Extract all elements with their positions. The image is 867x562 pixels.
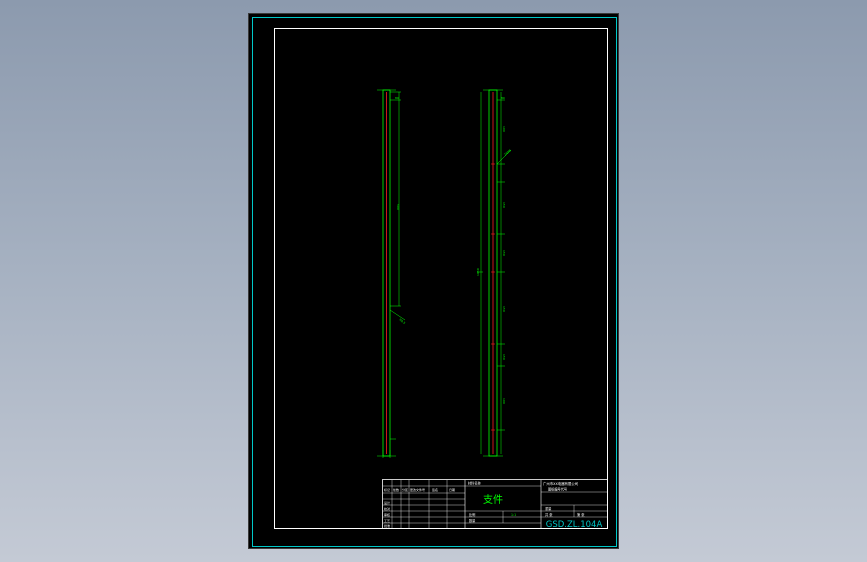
row-label-1: 校对 [384, 506, 390, 511]
part-name: 支件 [483, 494, 503, 506]
scale-label: 比例 [469, 512, 475, 517]
drawing-sheet: 80 500 R0.5 80 2XM6 100 150 150 1050 150… [248, 13, 619, 549]
right-dim-top: 80 [501, 96, 505, 100]
mark-label-1: 处数 [393, 487, 399, 492]
right-dim-label-0: 100 [502, 126, 506, 132]
sheet-label-2: 第 张 [577, 512, 585, 517]
sheet-label: 共 张 [545, 512, 553, 517]
right-dim-label-3: 1050 [476, 268, 480, 276]
mark-label-0: 标记 [384, 487, 390, 492]
left-dim-top: 80 [395, 96, 399, 100]
mark-label-4: 签名 [432, 487, 438, 492]
left-dim-mid: 500 [396, 204, 400, 210]
title-block: 标记 处数 分区 更改文件号 签名 日期 设计 校对 审核 工艺 批准 材料名称… [382, 479, 608, 530]
row-label-0: 设计 [384, 500, 390, 505]
weight-label: 重量 [545, 506, 552, 511]
mark-label-3: 更改文件号 [410, 487, 425, 492]
scale-value: 1:1 [511, 513, 516, 517]
right-part-view: 80 2XM6 100 150 150 1050 150 150 100 [476, 89, 512, 457]
right-dim-label-4: 150 [502, 306, 506, 312]
right-dim-leader: 2XM6 [503, 148, 512, 157]
inner-frame [274, 28, 608, 529]
cad-drawing: 80 500 R0.5 80 2XM6 100 150 150 1050 150… [252, 17, 617, 547]
right-dim-label-6: 100 [502, 398, 506, 404]
right-dim-label-5: 150 [502, 354, 506, 360]
quantity-label: 数量 [469, 518, 476, 523]
mark-label-2: 分区 [402, 487, 408, 492]
drawing-number: GSD.ZL.104A [546, 520, 603, 530]
material-label: 材料名称 [468, 481, 482, 486]
mark-label-5: 日期 [449, 487, 455, 492]
company-name: 广州市XX电器有限公司 [543, 481, 578, 486]
right-dim-label-1: 150 [502, 202, 506, 208]
right-dim-label-2: 150 [502, 250, 506, 256]
row-label-2: 审核 [384, 512, 390, 517]
left-dim-leader: R0.5 [398, 318, 406, 326]
outer-border [252, 17, 617, 547]
company-sub: 图纸编号代号 [548, 487, 567, 492]
left-part-view: 80 500 R0.5 [377, 89, 406, 458]
row-label-4: 批准 [384, 523, 390, 528]
row-label-3: 工艺 [384, 518, 390, 523]
